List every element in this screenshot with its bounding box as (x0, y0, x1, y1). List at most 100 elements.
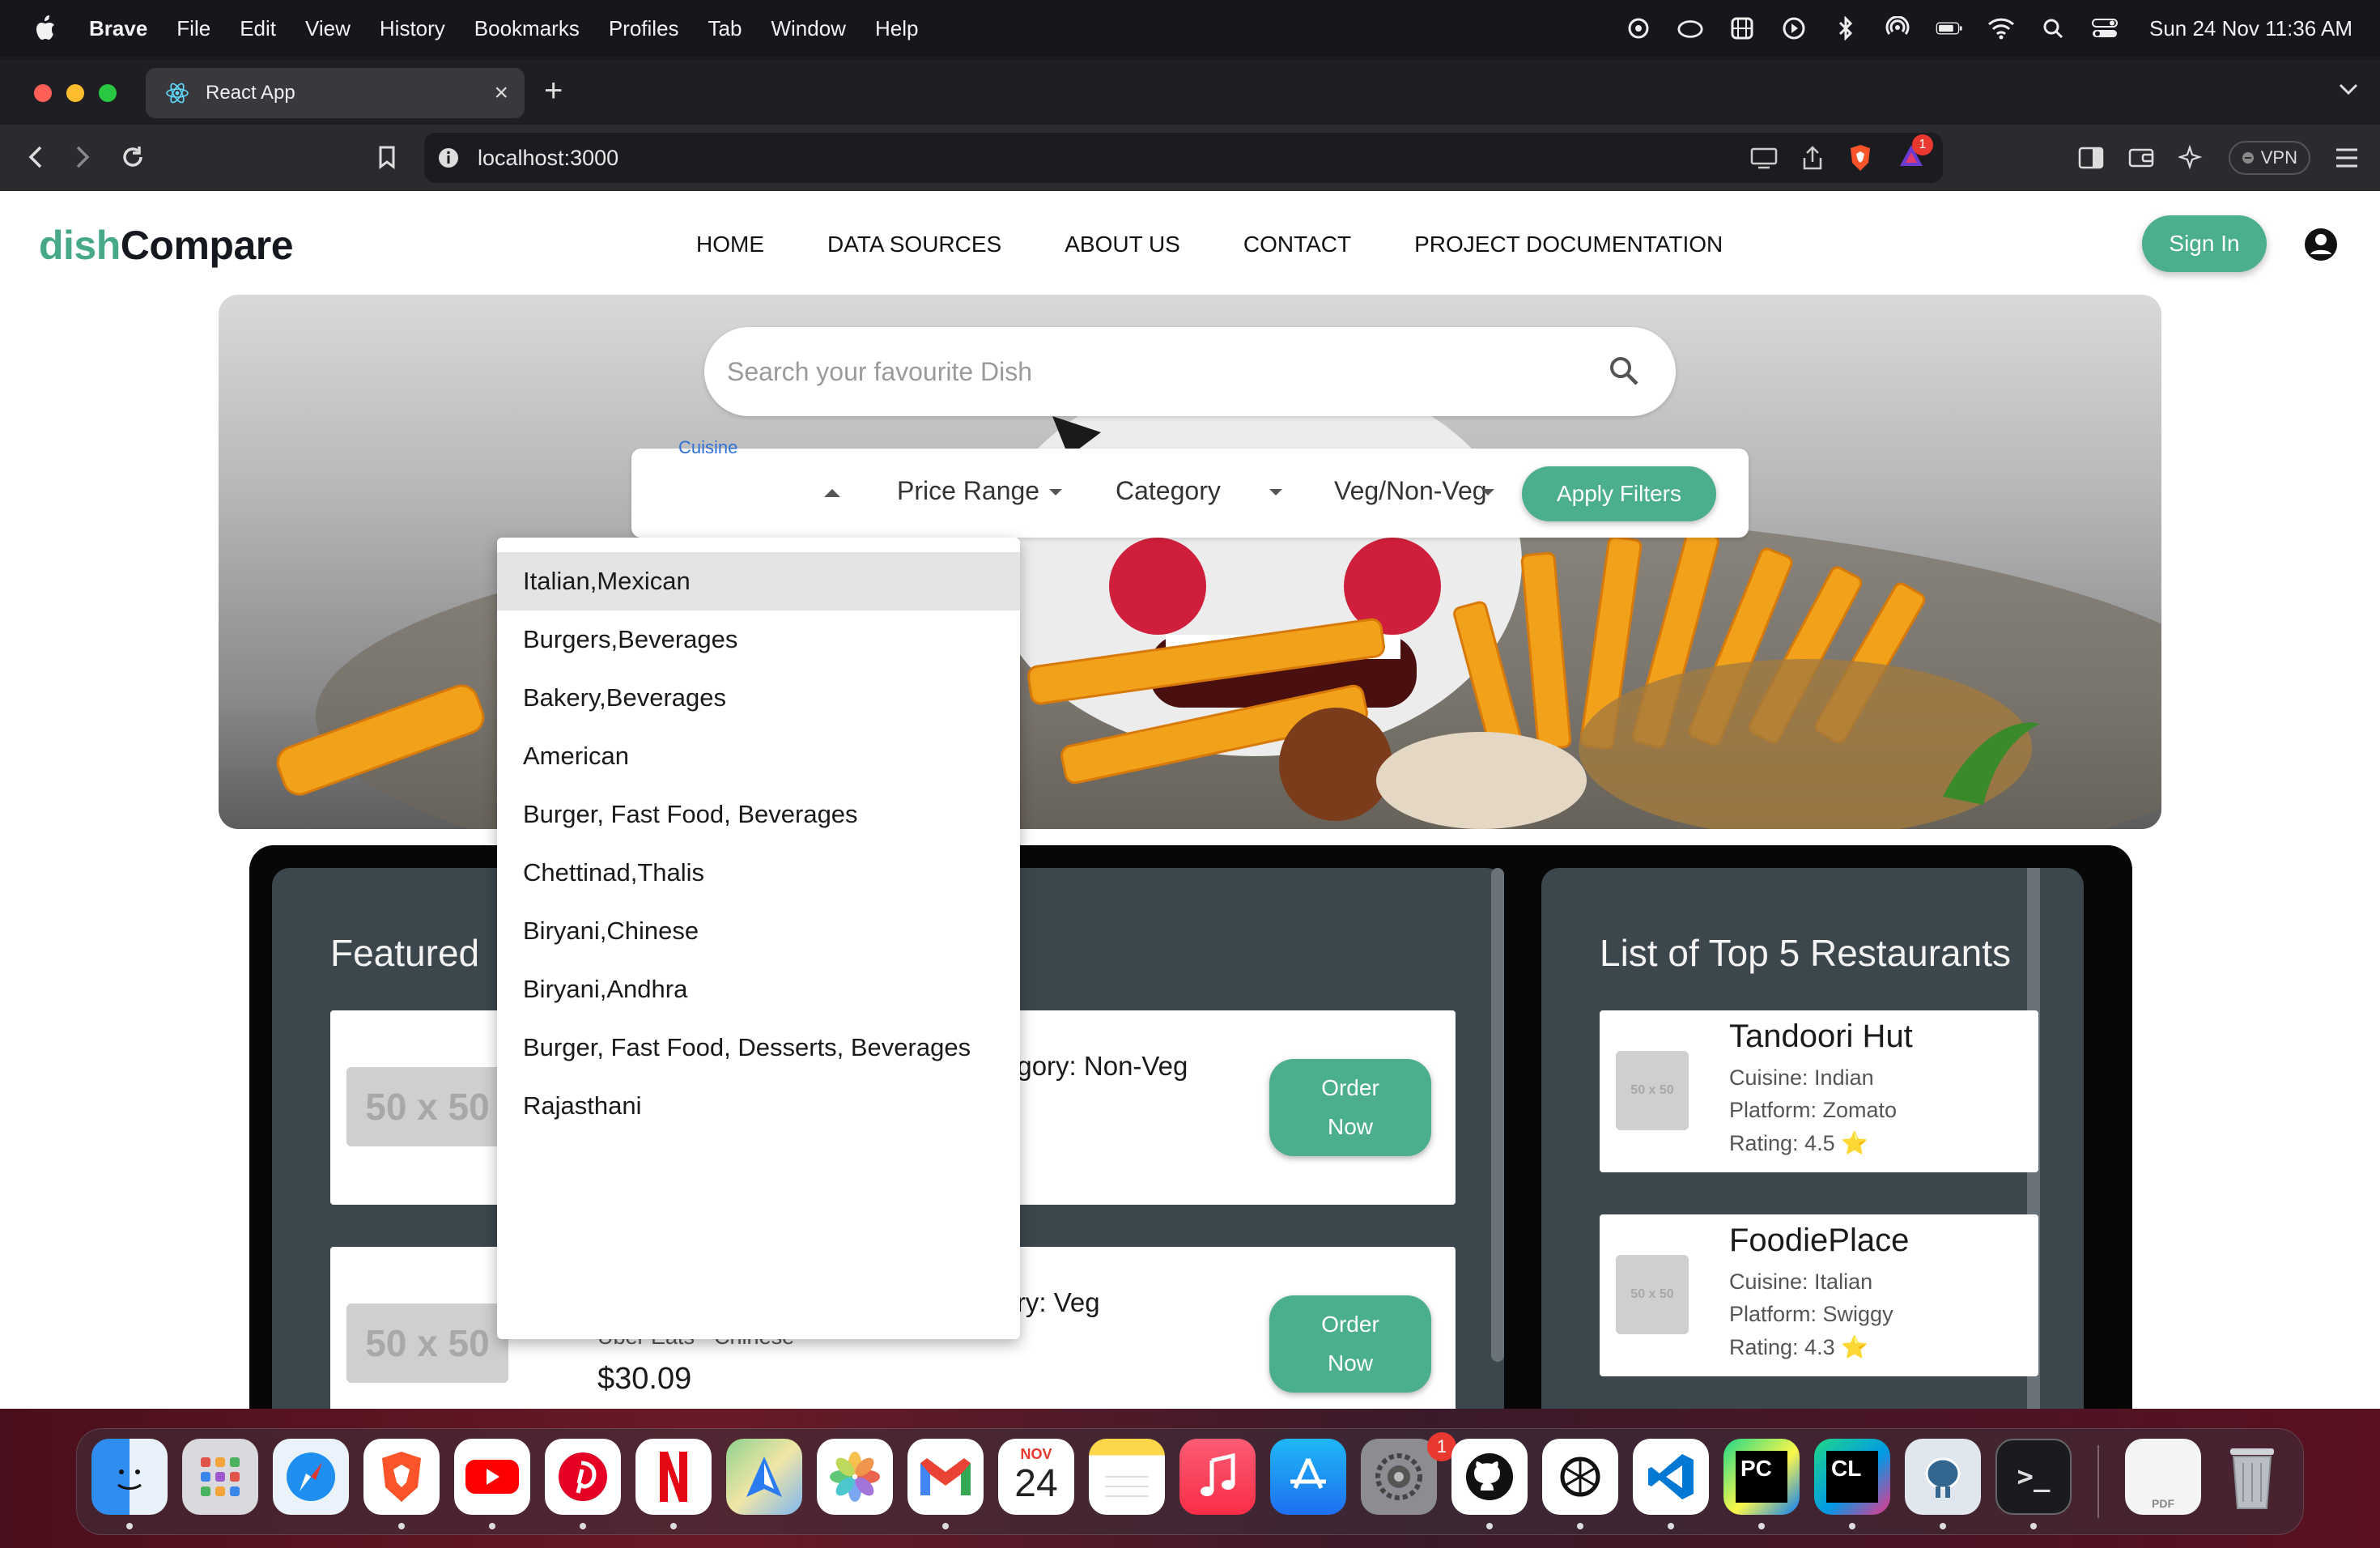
back-arrow-icon[interactable] (21, 142, 50, 172)
cuisine-option[interactable]: American (497, 727, 1020, 785)
category-select[interactable]: Category (1116, 476, 1221, 506)
veg-nonveg-select[interactable]: Veg/Non-Veg (1334, 476, 1487, 506)
cloud-status-icon[interactable] (1677, 15, 1704, 42)
price-range-select[interactable]: Price Range (897, 476, 1039, 506)
nav-project-documentation[interactable]: PROJECT DOCUMENTATION (1414, 232, 1723, 257)
restaurant-card[interactable]: 50 x 50 FoodiePlace Cuisine: Italian Pla… (1600, 1214, 2038, 1376)
url-text[interactable]: localhost:3000 (478, 146, 618, 171)
apple-logo-icon[interactable] (32, 15, 57, 42)
bluetooth-icon[interactable] (1832, 15, 1859, 42)
menu-file[interactable]: File (176, 16, 210, 41)
cuisine-option[interactable]: Chettinad,Thalis (497, 844, 1020, 902)
system-settings-icon[interactable] (1361, 1439, 1437, 1515)
notes-icon[interactable] (1089, 1439, 1165, 1515)
site-info-icon[interactable] (437, 147, 460, 169)
app-store-icon[interactable] (1270, 1439, 1346, 1515)
nav-home[interactable]: HOME (696, 232, 764, 257)
chatgpt-icon[interactable] (1542, 1439, 1618, 1515)
account-circle-icon[interactable] (2303, 227, 2339, 262)
order-now-button[interactable]: Order Now (1269, 1059, 1431, 1156)
hamburger-menu-icon[interactable] (2335, 147, 2359, 168)
terminal-icon[interactable]: >_ (1995, 1439, 2072, 1515)
forward-arrow-icon[interactable] (68, 142, 97, 172)
menu-tab[interactable]: Tab (708, 16, 742, 41)
trash-icon[interactable] (2214, 1439, 2290, 1515)
music-icon[interactable] (1179, 1439, 1256, 1515)
cuisine-option[interactable]: Burger, Fast Food, Beverages (497, 785, 1020, 844)
airdrop-icon[interactable] (1884, 15, 1911, 42)
cuisine-option[interactable]: Biryani,Andhra (497, 960, 1020, 1019)
gmail-icon[interactable] (907, 1439, 984, 1515)
pycharm-icon[interactable]: PC (1723, 1439, 1800, 1515)
finder-icon[interactable] (91, 1439, 168, 1515)
github-desktop-icon[interactable] (1451, 1439, 1528, 1515)
grid-status-icon[interactable] (1728, 15, 1756, 42)
launchpad-icon[interactable] (182, 1439, 258, 1515)
play-status-icon[interactable] (1780, 15, 1808, 42)
menu-history[interactable]: History (380, 16, 445, 41)
vscode-icon[interactable] (1633, 1439, 1709, 1515)
tab-close-icon[interactable]: × (494, 79, 508, 107)
wifi-icon[interactable] (1987, 15, 2015, 42)
photos-icon[interactable] (817, 1439, 893, 1515)
new-tab-button[interactable]: + (544, 74, 563, 107)
window-zoom-button[interactable] (99, 84, 117, 102)
menu-view[interactable]: View (305, 16, 351, 41)
cuisine-option[interactable]: Rajasthani (497, 1077, 1020, 1135)
restaurant-card[interactable]: 50 x 50 Tandoori Hut Cuisine: Indian Pla… (1600, 1010, 2038, 1172)
leo-ai-icon[interactable] (2178, 145, 2204, 171)
postgres-elephant-icon[interactable] (1905, 1439, 1981, 1515)
brave-shields-icon[interactable] (1847, 143, 1873, 172)
menu-profiles[interactable]: Profiles (609, 16, 679, 41)
menu-window[interactable]: Window (771, 16, 845, 41)
reload-icon[interactable] (118, 142, 147, 172)
pinterest-icon[interactable] (545, 1439, 621, 1515)
window-minimize-button[interactable] (66, 84, 84, 102)
nav-about-us[interactable]: ABOUT US (1065, 232, 1180, 257)
chatgpt-status-icon[interactable] (1625, 15, 1652, 42)
menu-clock[interactable]: Sun 24 Nov 11:36 AM (2149, 16, 2352, 41)
nav-contact[interactable]: CONTACT (1243, 232, 1351, 257)
featured-scrollbar[interactable] (1491, 868, 1504, 1362)
battery-icon[interactable] (1936, 15, 1963, 42)
address-bar[interactable]: localhost:3000 1 (424, 133, 1943, 183)
sign-in-button[interactable]: Sign In (2142, 215, 2267, 272)
wallet-icon[interactable] (2128, 147, 2154, 169)
window-close-button[interactable] (34, 84, 52, 102)
order-now-button[interactable]: Order Now (1269, 1295, 1431, 1393)
bookmark-icon[interactable] (372, 142, 402, 172)
cuisine-option[interactable]: Italian,Mexican (497, 552, 1020, 610)
menu-help[interactable]: Help (875, 16, 918, 41)
clion-icon[interactable]: CL (1814, 1439, 1890, 1515)
spotlight-search-icon[interactable] (2039, 15, 2067, 42)
safari-icon[interactable] (273, 1439, 349, 1515)
share-icon[interactable] (1802, 145, 1823, 171)
browser-tab-active[interactable]: React App × (146, 68, 525, 118)
cuisine-option[interactable]: Bakery,Beverages (497, 669, 1020, 727)
dish-search-input[interactable] (727, 356, 1569, 387)
cuisine-option[interactable]: Burger, Fast Food, Desserts, Beverages (497, 1019, 1020, 1077)
youtube-icon[interactable] (454, 1439, 530, 1515)
site-logo[interactable]: dishCompare (39, 222, 294, 269)
category-caret-down-icon[interactable] (1268, 487, 1284, 497)
control-center-icon[interactable] (2091, 15, 2119, 42)
nav-data-sources[interactable]: DATA SOURCES (827, 232, 1001, 257)
menu-bookmarks[interactable]: Bookmarks (474, 16, 580, 41)
menu-app-name[interactable]: Brave (89, 16, 147, 41)
install-app-icon[interactable] (1750, 147, 1778, 169)
brave-browser-icon[interactable] (363, 1439, 440, 1515)
calendar-icon[interactable]: NOV 24 (998, 1439, 1074, 1515)
maps-icon[interactable] (726, 1439, 802, 1515)
netflix-icon[interactable] (635, 1439, 712, 1515)
vpn-button[interactable]: VPN (2228, 141, 2310, 175)
menu-edit[interactable]: Edit (240, 16, 276, 41)
cuisine-option[interactable]: Burgers,Beverages (497, 610, 1020, 669)
sidebar-toggle-icon[interactable] (2078, 147, 2104, 169)
veg-nonveg-caret-down-icon[interactable] (1480, 487, 1496, 497)
search-icon[interactable] (1608, 355, 1640, 387)
price-range-caret-down-icon[interactable] (1048, 487, 1064, 497)
tab-list-chevron-down-icon[interactable] (2338, 83, 2359, 96)
cuisine-option[interactable]: Biryani,Chinese (497, 902, 1020, 960)
pdf-document-icon[interactable]: PDF (2125, 1439, 2201, 1515)
apply-filters-button[interactable]: Apply Filters (1522, 466, 1716, 521)
